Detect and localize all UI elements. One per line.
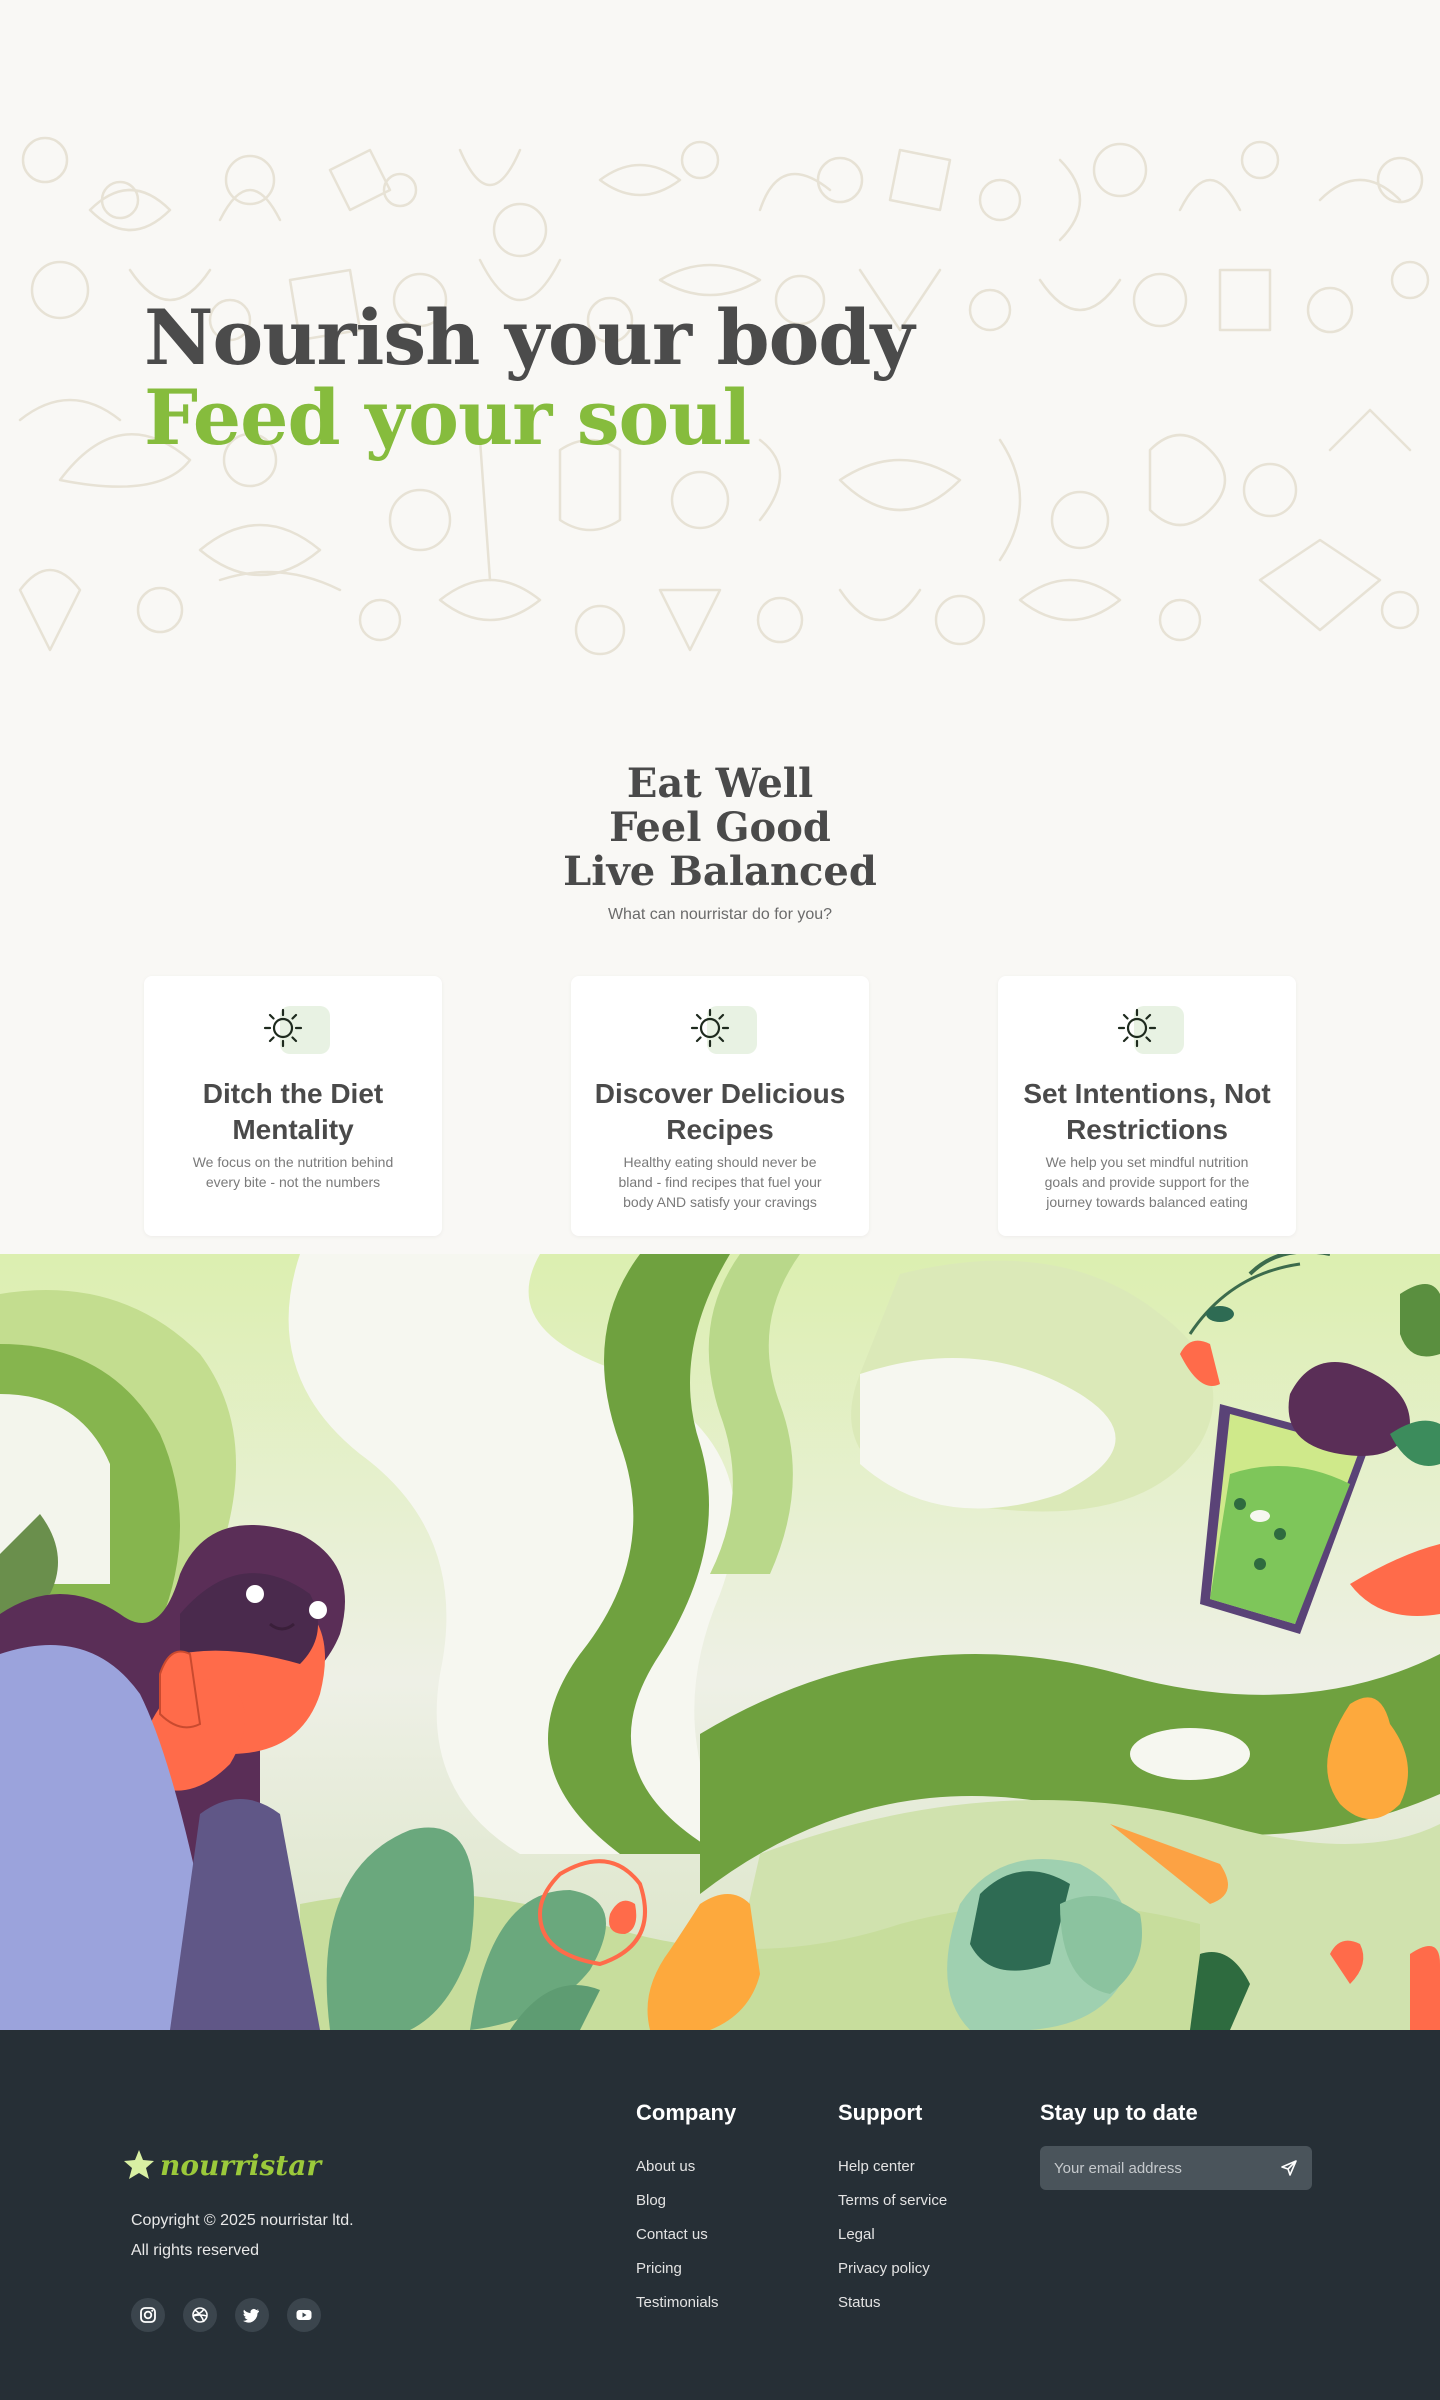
hero-title-line-1: Nourish your body	[144, 293, 915, 382]
footer-link-about-us[interactable]: About us	[636, 2150, 736, 2184]
feature-card: Discover Delicious Recipes Healthy eatin…	[571, 976, 869, 1236]
feature-card-title: Discover Delicious Recipes	[594, 1078, 846, 1145]
support-heading: Support	[838, 2100, 923, 2125]
feature-card-description: We help you set mindful nutrition goals …	[1044, 1154, 1250, 1210]
footer-link-terms-of-service[interactable]: Terms of service	[838, 2184, 947, 2218]
dribbble-icon[interactable]	[183, 2298, 217, 2332]
footer-link-testimonials[interactable]: Testimonials	[636, 2286, 736, 2320]
footer: nourristar Copyright © 2025 nourristar l…	[0, 2030, 1440, 2400]
feature-cards: Ditch the Diet Mentality We focus on the…	[144, 976, 1296, 1236]
youtube-icon[interactable]	[287, 2298, 321, 2332]
footer-link-pricing[interactable]: Pricing	[636, 2252, 736, 2286]
intro-subheading: What can nourristar do for you?	[607, 906, 833, 923]
footer-link-help-center[interactable]: Help center	[838, 2150, 947, 2184]
feature-card-description: We focus on the nutrition behind every b…	[192, 1154, 394, 1190]
logo-text: nourristar	[160, 2148, 322, 2182]
copyright-text: Copyright © 2025 nourristar ltd.	[131, 2212, 354, 2229]
instagram-icon[interactable]	[131, 2298, 165, 2332]
newsletter-heading: Stay up to date	[1040, 2100, 1198, 2125]
footer-link-status[interactable]: Status	[838, 2286, 947, 2320]
newsletter-form	[1040, 2146, 1312, 2190]
send-icon	[1281, 2160, 1297, 2176]
footer-link-blog[interactable]: Blog	[636, 2184, 736, 2218]
footer-link-privacy-policy[interactable]: Privacy policy	[838, 2252, 947, 2286]
hero-title: Nourish your body Feed your soul	[144, 293, 915, 462]
twitter-icon[interactable]	[235, 2298, 269, 2332]
footer-copyright: Copyright © 2025 nourristar ltd. All rig…	[131, 2206, 354, 2266]
footer-link-legal[interactable]: Legal	[838, 2218, 947, 2252]
intro-section: Eat Well Feel Good Live Balanced What ca…	[0, 762, 1440, 924]
social-links	[131, 2298, 321, 2332]
newsletter: Stay up to date	[1040, 2100, 1312, 2190]
sun-icon	[1114, 1006, 1184, 1056]
footer-company-column: Company About us Blog Contact us Pricing…	[636, 2100, 736, 2320]
company-heading: Company	[636, 2100, 737, 2125]
feature-card-description: Healthy eating should never be bland - f…	[618, 1154, 822, 1210]
feature-card-title: Set Intentions, Not Restrictions	[1023, 1078, 1271, 1145]
hero-title-line-2: Feed your soul	[144, 373, 751, 462]
sun-icon	[687, 1006, 757, 1056]
star-logo-icon	[124, 2150, 154, 2179]
intro-heading: Eat Well Feel Good Live Balanced	[0, 762, 1440, 894]
intro-heading-line-1: Eat Well	[626, 760, 814, 807]
logo[interactable]: nourristar	[122, 2148, 321, 2182]
feature-card: Set Intentions, Not Restrictions We help…	[998, 976, 1296, 1236]
footer-support-column: Support Help center Terms of service Leg…	[838, 2100, 947, 2320]
feature-card-title: Ditch the Diet Mentality	[202, 1078, 384, 1145]
send-button[interactable]	[1280, 2159, 1298, 2177]
healthy-eating-illustration	[0, 1254, 1440, 2030]
wavy-landscape-art	[0, 1254, 1440, 2030]
rights-text: All rights reserved	[131, 2242, 260, 2259]
sun-icon	[260, 1006, 330, 1056]
feature-card: Ditch the Diet Mentality We focus on the…	[144, 976, 442, 1236]
intro-heading-line-3: Live Balanced	[563, 848, 877, 895]
footer-link-contact-us[interactable]: Contact us	[636, 2218, 736, 2252]
email-input[interactable]	[1054, 2159, 1264, 2177]
intro-heading-line-2: Feel Good	[609, 804, 831, 851]
hero-section: Nourish your body Feed your soul	[0, 0, 1440, 690]
